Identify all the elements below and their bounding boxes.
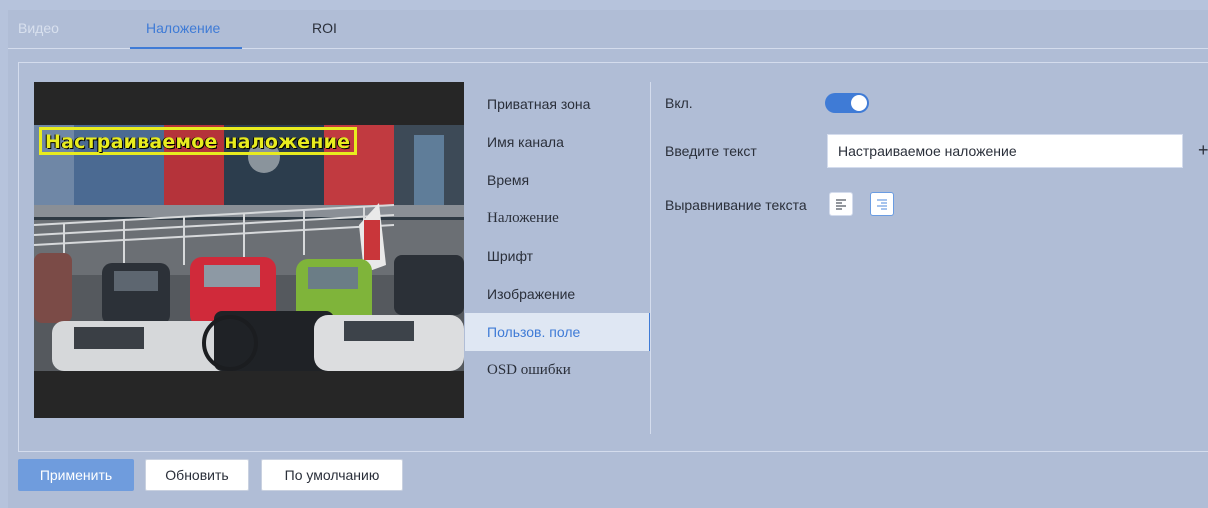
overlay-panel: Настраиваемое наложение Приватная зона И… xyxy=(18,62,1208,452)
menu-item-privacy-zone[interactable]: Приватная зона xyxy=(465,85,651,123)
tab-overlay[interactable]: Наложение xyxy=(146,20,220,36)
menu-item-overlay[interactable]: Наложение xyxy=(465,199,651,237)
alignment-label: Выравнивание текста xyxy=(665,197,807,213)
settings-frame: Видео Наложение ROI Настраиваемое наложе… xyxy=(8,10,1208,508)
refresh-button[interactable]: Обновить xyxy=(145,459,249,491)
tab-roi[interactable]: ROI xyxy=(312,20,337,36)
menu-item-custom-field[interactable]: Пользов. поле xyxy=(465,313,651,351)
align-right-icon xyxy=(877,199,887,210)
text-label: Введите текст xyxy=(665,143,757,159)
osd-text-frame[interactable]: Настраиваемое наложение xyxy=(39,127,357,155)
menu-item-channel-name[interactable]: Имя канала xyxy=(465,123,651,161)
enable-label: Вкл. xyxy=(665,95,693,111)
overlay-text-input[interactable] xyxy=(827,134,1183,168)
plus-icon[interactable]: + xyxy=(1198,140,1208,161)
osd-submenu: Приватная зона Имя канала Время Наложени… xyxy=(465,85,651,389)
menu-divider xyxy=(650,82,651,434)
align-left-icon xyxy=(836,199,846,210)
active-tab-indicator xyxy=(130,47,242,49)
align-left-button[interactable] xyxy=(829,192,853,216)
default-button[interactable]: По умолчанию xyxy=(261,459,403,491)
toggle-knob xyxy=(851,95,867,111)
osd-text-label: Настраиваемое наложение xyxy=(45,131,351,153)
menu-item-image[interactable]: Изображение xyxy=(465,275,651,313)
menu-item-time[interactable]: Время xyxy=(465,161,651,199)
menu-item-osd-errors[interactable]: OSD ошибки xyxy=(465,351,651,389)
tab-video[interactable]: Видео xyxy=(18,20,59,36)
video-preview: Настраиваемое наложение xyxy=(34,82,464,418)
apply-button[interactable]: Применить xyxy=(18,459,134,491)
menu-item-font[interactable]: Шрифт xyxy=(465,237,651,275)
align-right-button[interactable] xyxy=(870,192,894,216)
enable-toggle[interactable] xyxy=(825,93,869,113)
camera-scene-image xyxy=(34,125,464,371)
tab-bar: Видео Наложение ROI xyxy=(8,10,1208,49)
